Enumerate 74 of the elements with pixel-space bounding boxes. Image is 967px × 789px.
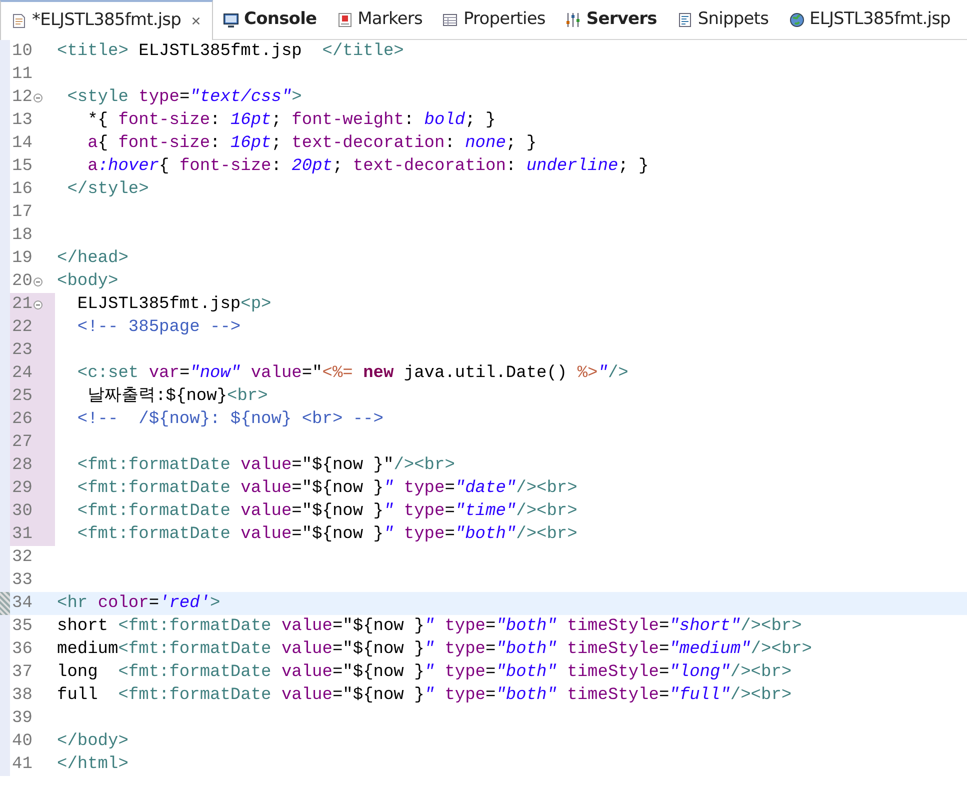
code-line: <style type="text/css"> xyxy=(66,87,302,109)
code-line: <body> xyxy=(56,271,118,293)
line-number: 28 xyxy=(11,455,33,477)
code-line: short <fmt:formatDate value="${now }" type="both" timeStyle="short"/><br> xyxy=(56,616,802,638)
code-line: <fmt:formatDate value="${now }"/><br> xyxy=(76,455,455,477)
line-number: 30 xyxy=(11,501,33,523)
line-number: 20 xyxy=(11,271,33,293)
code-line: <c:set var="now" value="<%= new java.util.Date() %>"/> xyxy=(76,363,628,385)
line-number: 17 xyxy=(11,202,33,224)
code-line: medium<fmt:formatDate value="${now }" type="both" timeStyle="medium"/><br> xyxy=(56,639,812,661)
table-icon xyxy=(442,12,458,28)
view-tab[interactable]: ELJSTL385fmt.jsp xyxy=(778,0,960,40)
code-line: <fmt:formatDate value="${now }" type="both"/><br> xyxy=(76,524,578,546)
line-number: 23 xyxy=(11,340,33,362)
code-line: a:hover{ font-size: 20pt; text-decoration: underline; } xyxy=(86,156,649,178)
code-line: </html> xyxy=(56,754,128,776)
view-tab[interactable]: Snippets xyxy=(666,0,779,40)
monitor-icon xyxy=(223,12,240,28)
code-line: </head> xyxy=(56,248,128,270)
line-number: 12 xyxy=(11,87,33,109)
line-number: 41 xyxy=(11,754,33,776)
line-number: 40 xyxy=(11,731,33,753)
code-line: long <fmt:formatDate value="${now }" type="both" timeStyle="long"/><br> xyxy=(56,662,792,684)
line-number: 18 xyxy=(11,225,33,247)
line-number: 13 xyxy=(11,110,33,132)
code-line: </body> xyxy=(56,731,128,753)
code-line: <hr color='red'> xyxy=(56,593,220,615)
line-number: 37 xyxy=(11,662,33,684)
line-number: 29 xyxy=(11,478,33,500)
code-line: </style> xyxy=(66,179,149,201)
sliders-icon xyxy=(565,12,582,28)
line-number: 31 xyxy=(11,524,33,546)
line-number: 14 xyxy=(11,133,33,155)
snippet-icon xyxy=(676,12,693,28)
line-number: 21 xyxy=(11,294,33,316)
line-number: 26 xyxy=(11,409,33,431)
code-line: <fmt:formatDate value="${now }" type="time"/><br> xyxy=(76,501,578,523)
view-tab[interactable]: Markers xyxy=(326,0,432,40)
line-number: 19 xyxy=(11,248,33,270)
code-line: a{ font-size: 16pt; text-decoration: none; } xyxy=(86,133,537,155)
collapse-icon[interactable] xyxy=(33,300,43,310)
view-tab[interactable]: Properties xyxy=(432,0,556,40)
collapse-icon[interactable] xyxy=(33,276,43,286)
code-line: full <fmt:formatDate value="${now }" type="both" timeStyle="full"/><br> xyxy=(56,685,792,707)
line-number: 27 xyxy=(11,432,33,454)
line-number: 34 xyxy=(11,593,33,615)
line-number: 22 xyxy=(11,317,33,339)
code-line: ELJSTL385fmt.jsp<p> xyxy=(76,294,272,316)
marker-list-icon xyxy=(336,12,353,28)
view-tab[interactable]: Servers xyxy=(555,0,667,40)
globe-icon xyxy=(788,12,805,28)
view-tab[interactable]: Console xyxy=(213,0,327,40)
line-number: 35 xyxy=(11,616,33,638)
view-tab[interactable]: *ELJSTL385fmt.jsp xyxy=(0,0,214,40)
code-line: <title> ELJSTL385fmt.jsp </title> xyxy=(56,41,404,63)
code-line: *{ font-size: 16pt; font-weight: bold; } xyxy=(86,110,496,132)
line-number: 10 xyxy=(11,41,33,63)
line-number: 32 xyxy=(11,547,33,569)
line-number: 39 xyxy=(11,708,33,730)
line-number: 15 xyxy=(11,156,33,178)
close-icon[interactable] xyxy=(190,15,202,27)
collapse-icon[interactable] xyxy=(33,92,43,102)
line-number: 36 xyxy=(11,639,33,661)
code-line: <!-- /${now}: ${now} <br> --> xyxy=(76,409,384,431)
line-number: 33 xyxy=(11,570,33,592)
line-number: 25 xyxy=(11,386,33,408)
code-line: <fmt:formatDate value="${now }" type="date"/><br> xyxy=(76,478,578,500)
line-number: 38 xyxy=(11,685,33,707)
line-number: 11 xyxy=(11,64,33,86)
code-line: 날짜출력:${now}<br> xyxy=(86,386,268,408)
line-number: 16 xyxy=(11,179,33,201)
file-icon xyxy=(11,13,27,29)
line-number: 24 xyxy=(11,363,33,385)
code-line: <!-- 385page --> xyxy=(76,317,241,339)
